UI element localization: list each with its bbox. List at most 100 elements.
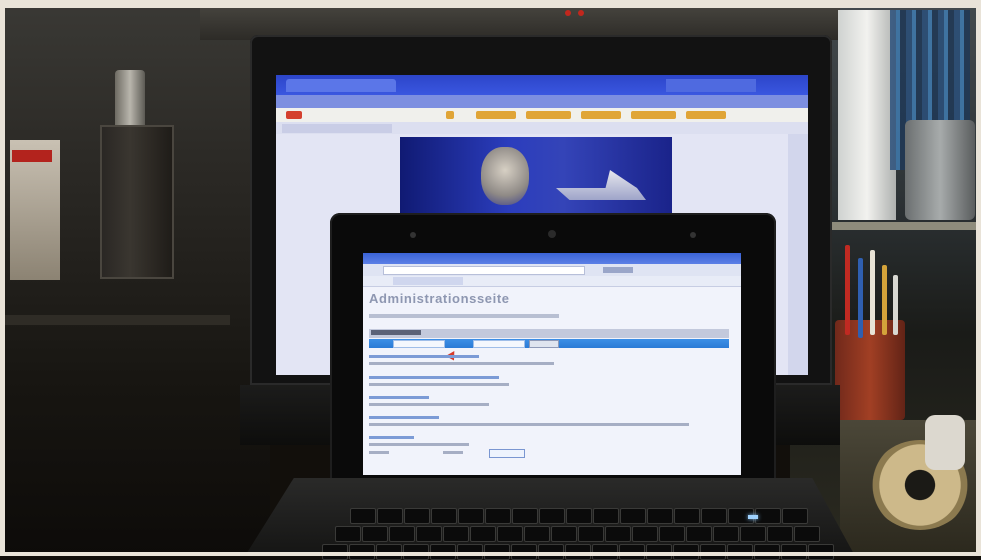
keyboard-key[interactable] [416,526,442,542]
white-box [838,10,896,220]
keyboard-key[interactable] [593,508,619,524]
section-link[interactable] [369,376,499,379]
keyboard-key[interactable] [566,508,592,524]
keyboard-key[interactable] [713,526,739,542]
keyboard-key[interactable] [781,544,807,560]
webcam [548,230,556,238]
keyboard-key[interactable] [389,526,415,542]
status-led [748,515,758,519]
submit-button[interactable] [489,449,525,458]
keyboard-key[interactable] [632,526,658,542]
keyboard-key[interactable] [362,526,388,542]
scrollbar[interactable] [788,134,808,375]
keyboard-key[interactable] [767,526,793,542]
pen-cup [835,320,905,420]
keyboard-key[interactable] [404,508,430,524]
keyboard-key[interactable] [794,526,820,542]
text-line [369,423,689,426]
keyboard-key[interactable] [620,508,646,524]
keyboard-key[interactable] [376,544,402,560]
keyboard-key[interactable] [808,544,834,560]
keyboard-key[interactable] [538,544,564,560]
keyboard-key[interactable] [457,544,483,560]
keyboard-key[interactable] [701,508,727,524]
keyboard-key[interactable] [485,508,511,524]
page-title: Administrationsseite [369,291,510,306]
navigation-controls[interactable] [603,267,633,273]
keyboard-key[interactable] [443,526,469,542]
website-header-image [400,137,672,215]
pen [845,245,850,335]
keyboard-key[interactable] [335,526,361,542]
browser-tab[interactable] [393,277,463,285]
section-link[interactable] [369,355,479,358]
address-input[interactable] [383,266,585,275]
bottle [115,70,145,125]
indicator-light [578,10,584,16]
keyboard-key[interactable] [647,508,673,524]
section-link[interactable] [369,436,414,439]
browser-tab[interactable] [666,79,756,92]
keyboard-key[interactable] [619,544,645,560]
pen [870,250,875,335]
keyboard-key[interactable] [377,508,403,524]
keyboard-key[interactable] [322,544,348,560]
favorite-link[interactable] [686,111,726,119]
keyboard-key[interactable] [659,526,685,542]
bezel-screw [410,232,416,238]
favorite-link[interactable] [476,111,516,119]
keyboard-key[interactable] [673,544,699,560]
keyboard-key[interactable] [484,544,510,560]
keyboard-key[interactable] [578,526,604,542]
keyboard-key[interactable] [539,508,565,524]
favorite-link[interactable] [631,111,676,119]
keyboard-key[interactable] [524,526,550,542]
pen [882,265,887,335]
keyboard-key[interactable] [512,508,538,524]
keyboard-key[interactable] [458,508,484,524]
keyboard-key[interactable] [646,544,672,560]
metal-can [905,120,975,220]
portrait-photo [481,147,529,205]
keyboard-key[interactable] [605,526,631,542]
keyboard-key[interactable] [782,508,808,524]
small-laptop-screen: Administrationsseite [363,253,741,475]
login-button[interactable] [529,340,559,348]
keyboard-key[interactable] [511,544,537,560]
favorite-link[interactable] [581,111,621,119]
bezel-screw [690,232,696,238]
keyboard-key[interactable] [592,544,618,560]
room-background-top [200,0,840,40]
keyboard-key[interactable] [497,526,523,542]
keyboard-key[interactable] [727,544,753,560]
keyboard-key[interactable] [403,544,429,560]
browser-title-bar [363,253,741,264]
keyboard-key[interactable] [674,508,700,524]
login-form-header [369,329,729,338]
keyboard-key[interactable] [700,544,726,560]
favorite-link[interactable] [526,111,571,119]
section-link[interactable] [369,416,439,419]
keyboard-key[interactable] [430,544,456,560]
browser-tab[interactable] [286,79,396,92]
username-input[interactable] [393,340,445,348]
keyboard-key[interactable] [565,544,591,560]
keyboard-key[interactable] [754,544,780,560]
pen [893,275,898,335]
browser-tab[interactable] [282,124,392,133]
keyboard-key[interactable] [470,526,496,542]
desk-toy [925,415,965,470]
password-input[interactable] [473,340,525,348]
keyboard-key[interactable] [431,508,457,524]
keyboard-key[interactable] [349,544,375,560]
favorite-icon[interactable] [286,111,302,119]
keyboard-key[interactable] [686,526,712,542]
section-link[interactable] [369,396,429,399]
keyboard-key[interactable] [350,508,376,524]
form-header-label [371,330,421,335]
favorite-icon[interactable] [446,111,454,119]
poster-stripe [12,150,52,162]
keyboard-key[interactable] [740,526,766,542]
keyboard-key[interactable] [755,508,781,524]
keyboard-key[interactable] [551,526,577,542]
